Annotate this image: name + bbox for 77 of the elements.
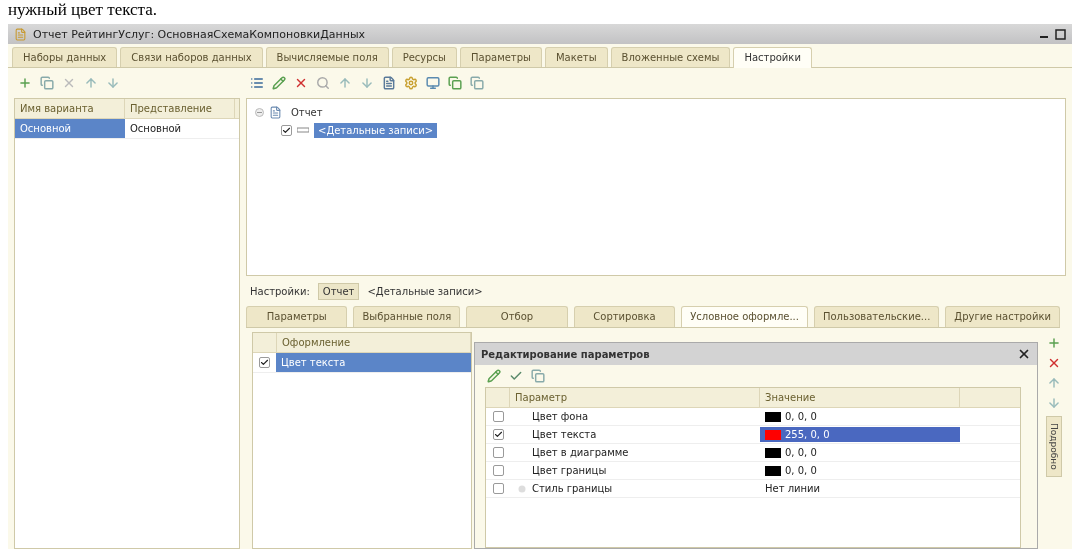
copy-icon[interactable] <box>40 76 54 90</box>
tab[interactable]: Пользовательские... <box>813 306 940 327</box>
tab[interactable]: Другие настройки <box>945 306 1060 327</box>
document-icon <box>14 27 27 41</box>
value-cell[interactable]: 0, 0, 0 <box>760 463 960 478</box>
checkbox[interactable] <box>492 465 504 476</box>
move-down-icon[interactable] <box>1047 396 1061 410</box>
tab[interactable]: Параметры <box>460 47 542 67</box>
window-title: Отчет РейтингУслуг: ОсновнаяСхемаКомпоновкиДанных <box>33 27 367 41</box>
tree-item[interactable]: <Детальные записи> <box>314 122 438 138</box>
tree-item[interactable]: Отчет <box>287 104 327 120</box>
checkbox[interactable] <box>259 357 270 368</box>
tab[interactable]: Макеты <box>544 47 608 67</box>
settings-link[interactable]: Отчет <box>317 282 360 300</box>
value-cell[interactable]: 0, 0, 0 <box>760 409 960 424</box>
add-icon[interactable] <box>18 76 32 90</box>
move-down-icon[interactable] <box>360 76 374 90</box>
tab[interactable]: Параметры <box>246 306 348 327</box>
close-button[interactable] <box>1017 347 1031 361</box>
add-icon[interactable] <box>1047 336 1061 350</box>
copy-icon[interactable] <box>531 369 545 383</box>
delete-icon[interactable] <box>1047 356 1061 370</box>
parameter-name: Цвет границы <box>532 465 607 476</box>
settings-link[interactable]: <Детальные записи> <box>363 283 487 299</box>
value-cell[interactable]: 255, 0, 0 <box>760 427 960 442</box>
tab[interactable]: Выбранные поля <box>353 306 461 327</box>
parameter-name: Цвет фона <box>532 411 589 422</box>
caption-text: нужный цвет текста. <box>7 0 159 21</box>
settings-icon[interactable] <box>404 76 418 90</box>
column-header: Параметр <box>510 388 760 407</box>
checkbox[interactable] <box>281 124 292 136</box>
check-icon[interactable] <box>509 369 523 383</box>
side-tab[interactable]: Подробно <box>1046 416 1062 477</box>
column-header: Представление <box>125 99 235 118</box>
duplicate-icon[interactable] <box>470 76 484 90</box>
search-icon[interactable] <box>316 76 330 90</box>
dialog-title: Редактирование параметров <box>481 348 651 360</box>
settings-label: Настройки: <box>249 284 311 299</box>
tab[interactable]: Вложенные схемы <box>610 47 731 67</box>
delete-icon[interactable] <box>294 76 308 90</box>
move-up-icon[interactable] <box>84 76 98 90</box>
tab[interactable]: Наборы данных <box>12 47 118 67</box>
value-cell[interactable]: 0, 0, 0 <box>760 445 960 460</box>
records-icon <box>297 127 309 133</box>
table-cell[interactable]: Основной <box>15 119 125 138</box>
move-up-icon[interactable] <box>338 76 352 90</box>
monitor-icon[interactable] <box>426 76 440 90</box>
edit-icon[interactable] <box>487 369 501 383</box>
report-icon <box>269 105 282 119</box>
list-item[interactable]: Цвет текста <box>276 353 471 372</box>
column-header: Значение <box>760 388 960 407</box>
tab[interactable]: Вычисляемые поля <box>265 47 389 67</box>
tab[interactable]: Сортировка <box>573 306 676 327</box>
parameter-name: Цвет текста <box>532 429 597 440</box>
tab[interactable]: Настройки <box>733 47 812 68</box>
edit-icon[interactable] <box>272 76 286 90</box>
checkbox[interactable] <box>492 411 504 422</box>
document-icon[interactable] <box>382 76 396 90</box>
collapse-icon[interactable] <box>255 107 264 117</box>
copy-icon[interactable] <box>448 76 462 90</box>
column-header: Оформление <box>277 333 471 352</box>
move-up-icon[interactable] <box>1047 376 1061 390</box>
table-cell[interactable]: Основной <box>125 119 235 138</box>
column-header: Имя варианта <box>15 99 125 118</box>
value-cell[interactable]: Нет линии <box>760 481 960 496</box>
tab[interactable]: Условное оформле... <box>681 306 808 327</box>
tab[interactable]: Ресурсы <box>391 47 457 67</box>
parameter-name: Стиль границы <box>532 483 613 494</box>
checkbox[interactable] <box>492 483 504 494</box>
checkbox[interactable] <box>492 447 504 458</box>
structure-icon[interactable] <box>250 76 264 90</box>
tab[interactable]: Связи наборов данных <box>120 47 263 67</box>
checkbox[interactable] <box>492 429 504 440</box>
maximize-icon[interactable] <box>1055 28 1066 40</box>
move-down-icon[interactable] <box>106 76 120 90</box>
parameter-name: Цвет в диаграмме <box>532 447 629 458</box>
tab[interactable]: Отбор <box>466 306 568 327</box>
